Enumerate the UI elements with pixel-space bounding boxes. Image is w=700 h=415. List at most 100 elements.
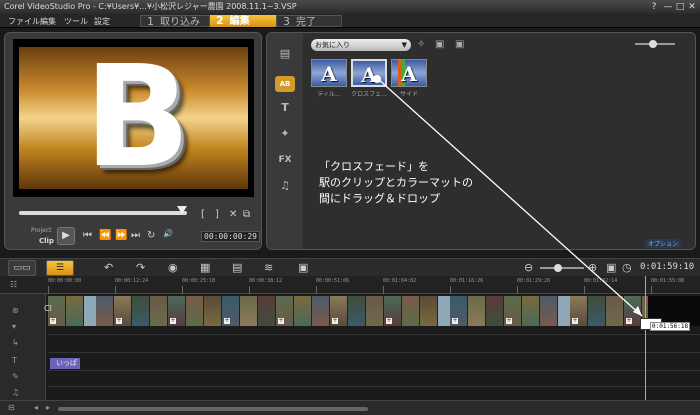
- voice-track-icon[interactable]: ✎: [12, 372, 19, 381]
- smart-proxy-icon[interactable]: ▦: [200, 261, 210, 274]
- video-clip-frame[interactable]: [204, 296, 222, 326]
- fit-project-icon[interactable]: ▣: [606, 261, 616, 274]
- overlay-track-icon[interactable]: ↳: [12, 338, 19, 347]
- volume-icon[interactable]: 🔊: [163, 229, 173, 238]
- title-library-icon[interactable]: T: [276, 101, 294, 115]
- thumbnail-size-slider[interactable]: [635, 40, 675, 48]
- storyboard-view-button[interactable]: ▭▭: [8, 260, 36, 276]
- title-track-icon[interactable]: T: [12, 356, 17, 365]
- video-track[interactable]: + + + + + + + + + + +: [48, 296, 660, 326]
- title-clip[interactable]: いっぱ: [50, 358, 80, 369]
- help-button[interactable]: ?: [648, 2, 660, 12]
- video-clip-frame[interactable]: +: [114, 296, 132, 326]
- transition-clip[interactable]: [438, 296, 450, 326]
- video-clip-frame[interactable]: [588, 296, 606, 326]
- mark-out-button[interactable]: ]: [215, 209, 219, 220]
- record-capture-icon[interactable]: ◉: [168, 261, 178, 274]
- timeline-view-button[interactable]: ☰: [46, 260, 74, 276]
- audio-library-icon[interactable]: ♫: [276, 179, 294, 193]
- redo-icon[interactable]: ↷: [136, 261, 145, 274]
- video-clip-frame[interactable]: [348, 296, 366, 326]
- add-to-favorites-icon[interactable]: ✧: [417, 39, 425, 50]
- apply-random-icon[interactable]: ▣: [435, 39, 444, 50]
- undo-icon[interactable]: ↶: [104, 261, 113, 274]
- video-clip-frame[interactable]: [366, 296, 384, 326]
- video-clip-frame[interactable]: [150, 296, 168, 326]
- transition-clip[interactable]: [558, 296, 570, 326]
- previous-frame-icon[interactable]: ⏪: [99, 230, 111, 241]
- video-clip-frame[interactable]: +: [504, 296, 522, 326]
- options-button[interactable]: オプション: [645, 239, 682, 248]
- zoom-knob[interactable]: [554, 264, 562, 272]
- video-clip-frame[interactable]: [420, 296, 438, 326]
- transition-clip[interactable]: [84, 296, 96, 326]
- split-icon[interactable]: ✕: [229, 209, 237, 220]
- transition-thumb-tile[interactable]: A: [311, 59, 347, 87]
- video-clip-frame[interactable]: [540, 296, 558, 326]
- next-frame-icon[interactable]: ⏩: [115, 230, 127, 241]
- video-track-icon[interactable]: ⊛: [12, 306, 19, 315]
- fit-timeline-icon[interactable]: ⊟: [8, 403, 15, 412]
- timeline-ruler[interactable]: ☷ 00:00:00:00 00:00:12:24 00:00:25:18 00:00…: [0, 276, 700, 294]
- video-clip-frame[interactable]: [186, 296, 204, 326]
- video-clip-frame[interactable]: +: [222, 296, 240, 326]
- zoom-slider[interactable]: [540, 264, 584, 272]
- transition-thumb-side[interactable]: A: [391, 59, 427, 87]
- filter-library-icon[interactable]: FX: [276, 153, 294, 167]
- scroll-left-icon[interactable]: ◂: [34, 403, 38, 412]
- step-edit-tab[interactable]: 2 編集: [210, 15, 276, 27]
- menu-file[interactable]: ファイル: [8, 16, 40, 27]
- video-clip-frame[interactable]: [312, 296, 330, 326]
- project-mode-label[interactable]: Project: [31, 227, 52, 234]
- video-clip-frame[interactable]: [96, 296, 114, 326]
- step-share-tab[interactable]: 3 完了: [276, 15, 342, 28]
- mark-in-button[interactable]: [: [201, 209, 205, 220]
- apply-current-icon[interactable]: ▣: [455, 39, 464, 50]
- video-clip-frame[interactable]: +: [330, 296, 348, 326]
- preview-scrubber[interactable]: [19, 211, 187, 215]
- play-button[interactable]: ▶: [57, 227, 75, 245]
- video-clip-frame[interactable]: +: [384, 296, 402, 326]
- movie-template-icon[interactable]: ▤: [232, 261, 242, 274]
- video-clip-frame[interactable]: [294, 296, 312, 326]
- zoom-out-icon[interactable]: ⊖: [524, 261, 533, 274]
- end-icon[interactable]: ⏭: [131, 230, 140, 241]
- graphic-library-icon[interactable]: ✦: [276, 127, 294, 141]
- scrubber-handle[interactable]: [177, 206, 187, 214]
- menu-edit[interactable]: 編集: [40, 16, 56, 27]
- video-clip-frame[interactable]: [240, 296, 258, 326]
- video-clip-frame[interactable]: [258, 296, 276, 326]
- track-manager-icon[interactable]: ☷: [10, 280, 17, 289]
- chapter-icon[interactable]: ▣: [298, 261, 308, 274]
- video-clip-frame[interactable]: [522, 296, 540, 326]
- home-icon[interactable]: ⏮: [83, 230, 92, 241]
- video-clip-frame[interactable]: +: [168, 296, 186, 326]
- scroll-right-icon[interactable]: ▸: [46, 403, 50, 412]
- video-clip-frame[interactable]: [402, 296, 420, 326]
- video-clip-frame[interactable]: [468, 296, 486, 326]
- menu-tools[interactable]: ツール: [64, 16, 88, 27]
- transition-library-icon[interactable]: AB: [275, 76, 295, 92]
- video-clip-frame[interactable]: [606, 296, 624, 326]
- preview-timecode[interactable]: 00:00:00:29: [201, 231, 260, 242]
- expand-icon[interactable]: ▾: [12, 322, 16, 331]
- video-clip-frame[interactable]: [132, 296, 150, 326]
- video-clip-frame[interactable]: [66, 296, 84, 326]
- playhead[interactable]: [645, 276, 646, 400]
- audio-mixer-icon[interactable]: ≋: [264, 261, 273, 274]
- transition-thumb-crossfade[interactable]: A: [351, 59, 387, 87]
- video-clip-frame[interactable]: +: [450, 296, 468, 326]
- video-clip-frame[interactable]: +: [570, 296, 588, 326]
- minimize-button[interactable]: —: [662, 2, 674, 12]
- step-capture-tab[interactable]: 1 取り込み: [140, 15, 210, 28]
- library-category-dropdown[interactable]: お気に入り ▼: [311, 39, 411, 51]
- slider-knob[interactable]: [649, 40, 657, 48]
- enlarge-icon[interactable]: ⧉: [243, 209, 250, 220]
- media-library-icon[interactable]: ▤: [276, 47, 294, 61]
- maximize-button[interactable]: □: [674, 2, 686, 12]
- music-track-icon[interactable]: ♫: [12, 388, 19, 397]
- close-button[interactable]: ✕: [686, 2, 698, 12]
- menu-settings[interactable]: 設定: [94, 16, 110, 27]
- clip-mode-label[interactable]: Clip: [39, 237, 54, 245]
- repeat-icon[interactable]: ↻: [147, 230, 155, 241]
